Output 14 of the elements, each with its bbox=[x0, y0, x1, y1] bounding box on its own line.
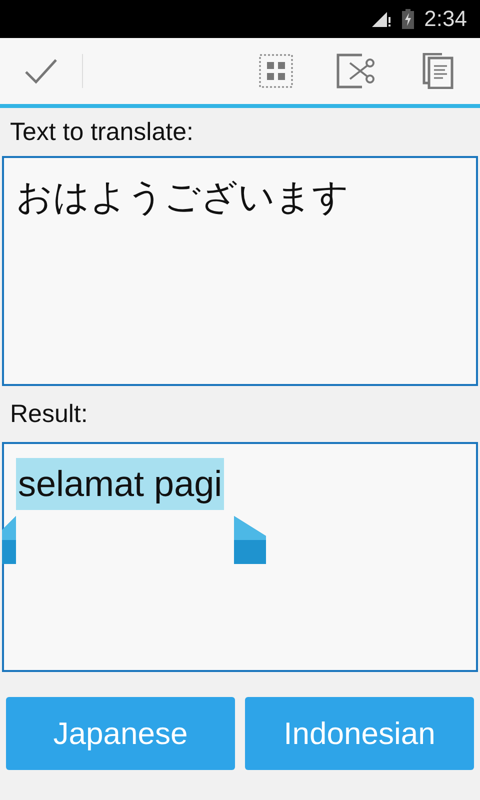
signal-icon bbox=[372, 11, 392, 27]
select-all-icon bbox=[259, 54, 293, 88]
checkmark-icon bbox=[24, 58, 58, 84]
selection-handle[interactable] bbox=[234, 516, 266, 566]
result-label: Result: bbox=[9, 399, 89, 430]
battery-icon bbox=[402, 9, 414, 29]
clock-time: 2:34 bbox=[424, 6, 467, 32]
result-text: selamat pagi bbox=[16, 458, 224, 510]
source-label: Text to translate: bbox=[9, 117, 194, 148]
source-text-field[interactable]: おはようございます bbox=[2, 156, 478, 386]
result-text-field[interactable]: selamat pagi bbox=[2, 442, 478, 672]
copy-icon bbox=[422, 53, 454, 89]
selection-handle[interactable] bbox=[2, 516, 18, 566]
scissors-icon bbox=[336, 53, 376, 89]
